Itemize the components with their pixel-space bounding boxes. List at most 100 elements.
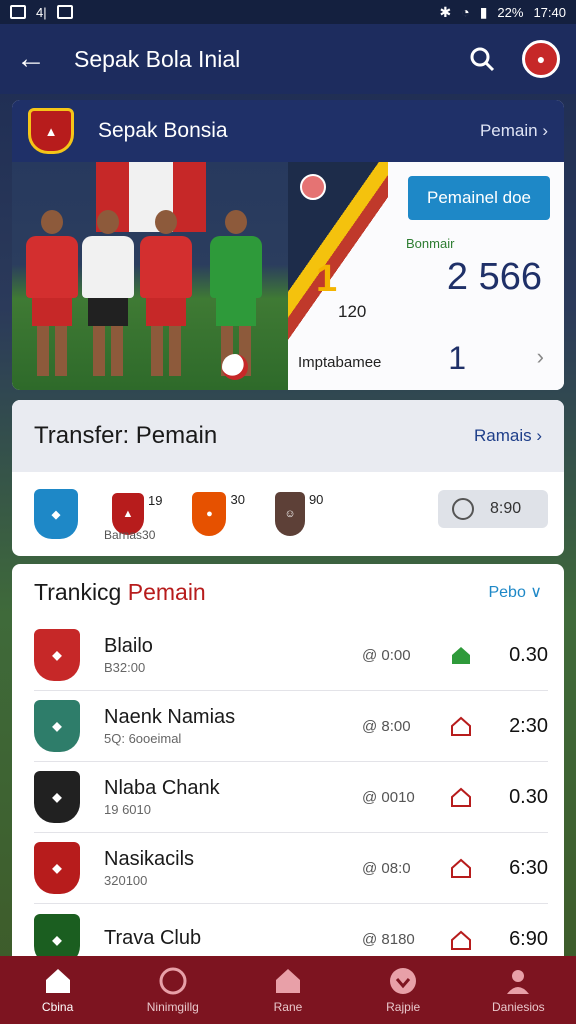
club-badge-icon: ◆ [34,771,80,823]
row-score: 6:30 [509,856,548,879]
clock-icon [452,498,474,520]
nav-item-heart[interactable]: Rajpie [348,966,458,1014]
home-icon[interactable] [450,644,472,666]
featured-link-label: Pemain [479,121,538,140]
table-row[interactable]: ◆ Nasikacils 320100 @ 08:0 6:30 [34,833,548,904]
featured-link[interactable]: Pemain › [480,121,548,141]
home-icon[interactable] [450,929,472,951]
time-pill-value: 8:90 [490,500,522,517]
status-time: 17:40 [533,4,566,20]
nav-label: Daniesios [491,1000,545,1014]
row-time: @ 0:00 [362,646,411,664]
row-score: 0.30 [509,785,548,808]
back-arrow-icon[interactable]: ← [16,42,56,76]
page-title: Sepak Bola Inial [74,45,241,72]
club-logo-icon: ▲ [28,108,74,154]
featured-stats: Pemainel doe Bonmair 1 2 566 120 Imptaba… [288,162,564,390]
status-bar: 4| ✱ ◔ ▮ 22% 17:40 [0,0,576,24]
featured-header: ▲ Sepak Bonsia Pemain › [12,100,564,162]
transfer-num: 30 [230,492,245,507]
row-score: 2:30 [509,714,548,737]
player-figure [140,210,192,376]
signal-icon: ▮ [479,3,488,20]
row-sub: 5Q: 6ooeimal [104,731,182,746]
time-pill[interactable]: 8:90 [438,490,548,528]
stat-one: 1 [316,258,338,300]
home-icon[interactable] [450,786,472,808]
row-name: Nlaba Chank [104,777,220,799]
row-name: Trava Club [104,927,202,949]
ball-icon [159,967,187,995]
ranking-title-prefix: Trankicg [34,578,128,605]
home-icon[interactable] [450,857,472,879]
row-time: @ 8:00 [362,717,411,735]
player-avatar [300,174,326,200]
nav-item-home[interactable]: Cbina [3,966,113,1014]
stat-count: 1 [448,340,466,376]
bottom-nav: Cbina Ninimgillg Rane Rajpie Daniesios [0,956,576,1024]
transfer-num: 90 [308,492,324,507]
ranking-card: Trankicg Pemain Pebo ∨ ◆ Blailo B32:00 @… [12,564,564,964]
club-badge-icon: ◆ [34,700,80,752]
club-badge-icon: ◆ [34,842,80,894]
promo-button[interactable]: Pemainel doe [408,176,550,220]
player-figure [82,210,134,376]
table-row[interactable]: ◆ Blailo B32:00 @ 0:00 0.30 [34,620,548,691]
team-photo [12,162,288,390]
row-name: Blailo [104,635,153,657]
player-figure [26,210,78,376]
transfer-card: Transfer: Pemain Ramais › ◆ ▲ 19 ● 30 ☺ … [12,400,564,556]
ranking-filter-dropdown[interactable]: Pebo ∨ [488,582,542,602]
row-score: 6:90 [509,928,548,950]
table-row[interactable]: ◆ Nlaba Chank 19 6010 @ 0010 0.30 [34,762,548,833]
nav-item-ball[interactable]: Ninimgillg [118,966,228,1014]
home-icon[interactable] [450,715,472,737]
ranking-title-accent: Pemain [127,578,206,605]
heart-icon [390,968,417,994]
row-name: Naenk Namias [104,706,236,728]
stat-label: Imptabamee [298,354,382,371]
player-figure [210,210,262,376]
nav-item-house[interactable]: Rane [233,966,343,1014]
featured-title: Sepak Bonsia [98,119,228,142]
nav-item-profile[interactable]: Daniesios [463,966,573,1014]
bluetooth-icon: ✱ [439,3,452,20]
transfer-item[interactable]: ● 30 [192,492,245,536]
transfer-sub: Barnas30 [104,528,156,542]
football-icon [222,354,248,380]
stat-small: 120 [338,302,367,321]
club-badge-icon: ◆ [34,629,80,681]
stat-big: 2 566 [446,256,542,298]
club-badge-icon: ◆ [34,489,78,539]
nav-label: Cbina [41,1000,74,1014]
search-icon[interactable] [462,39,502,79]
app-bar: ← Sepak Bola Inial ● [0,24,576,94]
row-time: @ 08:0 [362,859,411,877]
row-sub: 19 6010 [104,802,151,817]
chevron-right-icon[interactable]: › [537,344,544,370]
table-row[interactable]: ◆ Naenk Namias 5Q: 6ooeimal @ 8:00 2:30 [34,691,548,762]
transfer-item[interactable]: ◆ [34,489,82,539]
notification-icon [56,5,73,19]
transfer-link[interactable]: Ramais › [474,426,542,446]
table-row[interactable]: ◆ Trava Club @ 8180 6:90 [34,904,548,964]
nav-label: Rajpie [386,1000,421,1014]
club-avatar[interactable]: ● [522,40,560,78]
transfer-item[interactable]: ☺ 90 [274,492,324,536]
featured-card[interactable]: ▲ Sepak Bonsia Pemain › Pemainel doe Bon… [12,100,564,390]
wifi-icon: ◔ [461,4,470,20]
house-icon [275,969,300,993]
row-sub: 320100 [104,873,148,888]
row-name: Nasikacils [104,848,195,870]
row-score: 0.30 [509,643,548,666]
transfer-title: Transfer: Pemain [34,422,218,449]
battery-level: 22% [497,4,524,20]
transfer-link-label: Ramais [473,426,532,445]
status-left-label: 4| [36,4,47,20]
row-time: @ 0010 [362,788,415,806]
club-badge-icon: ● [192,492,227,536]
player-avatar: ☺ [274,492,305,536]
ranking-title: Trankicg Pemain [34,579,488,606]
image-icon [10,5,26,19]
stat-green-label: Bonmair [406,236,455,251]
